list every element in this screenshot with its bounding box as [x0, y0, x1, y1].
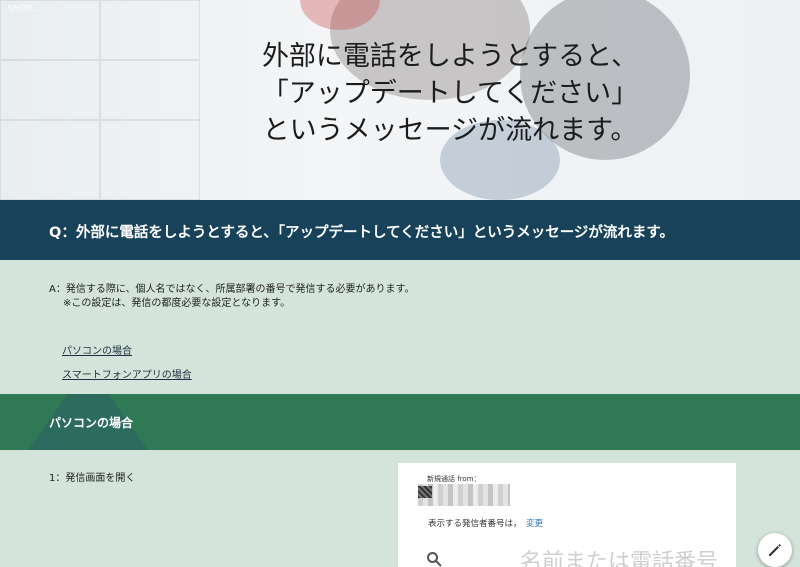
edit-button[interactable] — [758, 533, 792, 567]
question-band: Q：外部に電話をしようとすると、「アップデートしてください」というメッセージが流… — [0, 200, 800, 260]
hero-title: 外部に電話をしようとすると、 「アップデートしてください」 というメッセージが流… — [200, 38, 700, 149]
floor-tile — [100, 60, 200, 120]
question-text: Q：外部に電話をしようとすると、「アップデートしてください」というメッセージが流… — [49, 225, 674, 241]
change-link[interactable]: 変更 — [526, 517, 543, 529]
call-screen-screenshot: 新規通話 from： 表示する発信者番号は， 変更 名前または電話番号 — [398, 463, 736, 567]
answer-note: ※この設定は、発信の都度必要な設定となります。 — [63, 298, 291, 309]
site-logo[interactable]: SHOP… — [8, 4, 41, 13]
hero-title-line: というメッセージが流れます。 — [262, 115, 638, 146]
section-title: パソコンの場合 — [49, 416, 134, 430]
hero-title-line: 外部に電話をしようとすると、 — [261, 41, 639, 72]
link-pc[interactable]: パソコンの場合 — [62, 342, 132, 357]
step-label: 1：発信画面を開く — [49, 473, 136, 484]
hero-banner: SHOP… 外部に電話をしようとすると、 「アップデートしてください」 というメ… — [0, 0, 800, 200]
blurred-avatar — [418, 486, 432, 498]
hero-title-line: 「アップデートしてください」 — [261, 78, 639, 109]
search-placeholder: 名前または電話番号 — [520, 550, 719, 567]
answer-text: A：発信する際に、個人名ではなく、所属部署の番号で発信する必要があります。 — [49, 284, 415, 295]
floor-tile — [0, 120, 100, 200]
floor-tile — [0, 60, 100, 120]
search-icon — [427, 552, 442, 567]
floor-tile — [100, 0, 200, 60]
from-label: 新規通話 from： — [427, 475, 481, 483]
floor-tile — [100, 120, 200, 200]
section-band: パソコンの場合 — [0, 394, 800, 450]
display-number-text: 表示する発信者番号は， — [428, 519, 522, 529]
answer-section: A：発信する際に、個人名ではなく、所属部署の番号で発信する必要があります。 ※こ… — [0, 260, 800, 394]
link-smartphone-app[interactable]: スマートフォンアプリの場合 — [62, 366, 192, 381]
pencil-icon — [769, 544, 781, 556]
